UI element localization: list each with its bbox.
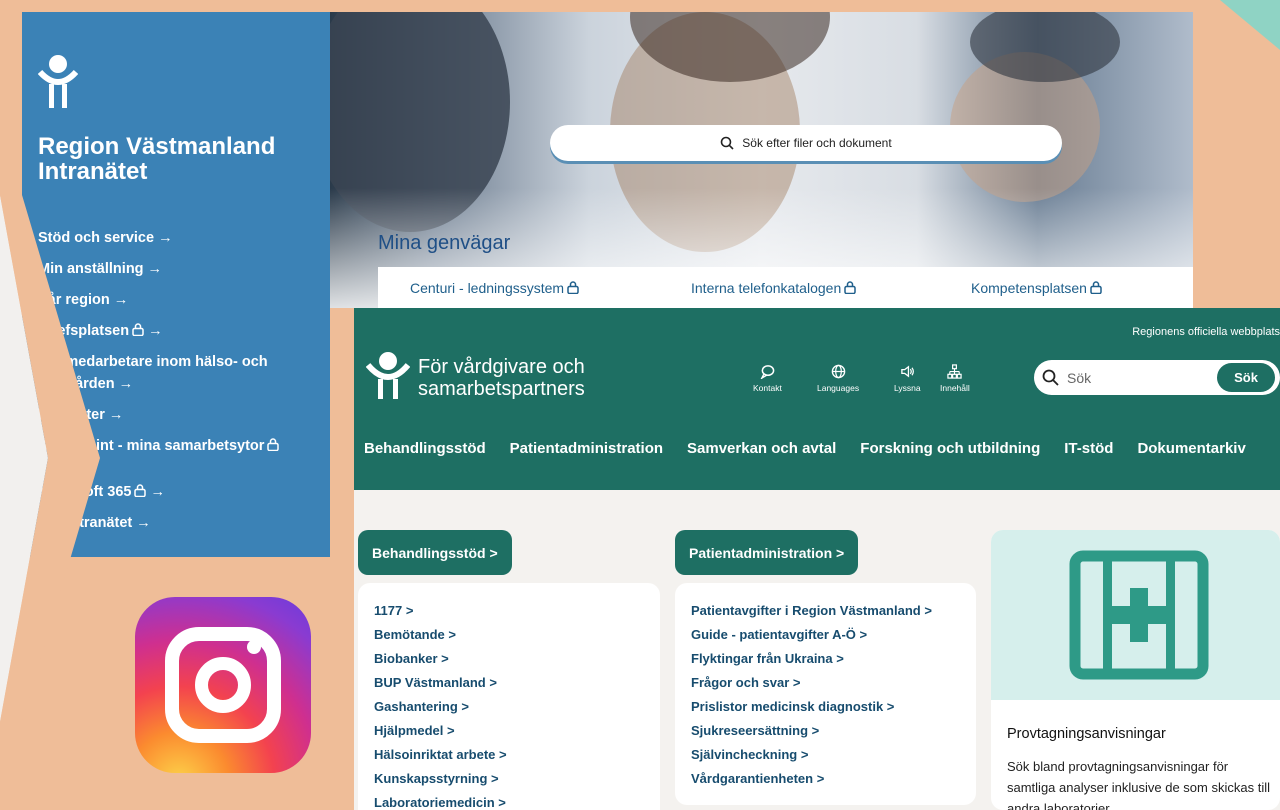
kontakt-label: Kontakt <box>753 383 782 393</box>
instagram-icon <box>135 597 311 773</box>
list-item[interactable]: Flyktingar från Ukraina > <box>691 647 976 671</box>
list-item[interactable]: Bemötande > <box>374 623 660 647</box>
innehall-label: Innehåll <box>940 383 970 393</box>
nav-forskning-och-utbildning[interactable]: Forskning och utbildning <box>860 440 1040 457</box>
patientadministration-list: Patientavgifter i Region Västmanland > G… <box>675 583 976 791</box>
lock-icon <box>844 280 856 294</box>
list-item[interactable]: Kunskapsstyrning > <box>374 767 660 791</box>
kontakt-button[interactable]: Kontakt <box>753 364 782 393</box>
lock-icon <box>132 323 144 336</box>
lock-icon <box>1090 280 1102 294</box>
lock-icon <box>567 280 579 294</box>
provtagning-title: Provtagningsanvisningar <box>1007 726 1166 742</box>
nav-behandlingsstod[interactable]: Behandlingsstöd <box>364 440 486 457</box>
site-main-nav: Behandlingsstöd Patientadministration Sa… <box>364 440 1246 457</box>
official-site-link[interactable]: Regionens officiella webbplats <box>1132 326 1280 338</box>
languages-label: Languages <box>817 383 860 393</box>
chat-icon <box>760 365 775 379</box>
behandlingsstod-card: 1177 > Bemötande > Biobanker > BUP Västm… <box>358 583 660 810</box>
list-item[interactable]: 1177 > <box>374 599 660 623</box>
list-item[interactable]: BUP Västmanland > <box>374 671 660 695</box>
list-item[interactable]: Sjukreseersättning > <box>691 719 976 743</box>
list-item[interactable]: Laboratoriemedicin > <box>374 791 660 810</box>
provtagning-image <box>991 530 1280 700</box>
region-logo-icon <box>366 352 410 399</box>
lock-icon <box>267 438 280 451</box>
intranet-search-placeholder: Sök efter filer och dokument <box>742 136 892 150</box>
intranet-hero: Sök efter filer och dokument Mina genväg… <box>330 12 1193 308</box>
languages-button[interactable]: Languages <box>817 364 859 393</box>
nav-it-stod[interactable]: IT-stöd <box>1064 440 1113 457</box>
site-title[interactable]: För vårdgivare och samarbetspartners <box>418 356 585 400</box>
sitemap-icon <box>947 364 963 379</box>
intranet-search-input[interactable]: Sök efter filer och dokument <box>550 125 1062 161</box>
globe-icon <box>831 364 845 379</box>
list-item[interactable]: Hjälpmedel > <box>374 719 660 743</box>
instagram-icon-dot <box>247 640 261 654</box>
nav-dokumentarkiv[interactable]: Dokumentarkiv <box>1137 440 1245 457</box>
list-item[interactable]: Självincheckning > <box>691 743 976 767</box>
speaker-icon <box>901 365 914 378</box>
site-title-line2: samarbetspartners <box>418 378 585 400</box>
shortcut-kompetensplatsen[interactable]: Kompetensplatsen <box>971 280 1102 296</box>
shortcut-centuri[interactable]: Centuri - ledningssystem <box>410 280 579 296</box>
patientadministration-heading[interactable]: Patientadministration > <box>675 530 859 575</box>
patientadministration-card: Patientavgifter i Region Västmanland > G… <box>675 583 976 805</box>
innehall-button[interactable]: Innehåll <box>940 364 970 393</box>
list-item[interactable]: Gashantering > <box>374 695 660 719</box>
decorative-chevron <box>0 0 100 722</box>
lyssna-button[interactable]: Lyssna <box>894 364 921 393</box>
site-search-input[interactable]: Sök Sök <box>1034 360 1280 395</box>
list-item[interactable]: Guide - patientavgifter A-Ö > <box>691 623 976 647</box>
site-header: Regionens officiella webbplats För vårdg… <box>354 308 1280 490</box>
list-item[interactable]: Biobanker > <box>374 647 660 671</box>
lyssna-label: Lyssna <box>894 383 921 393</box>
medical-kit-icon <box>1069 550 1209 680</box>
list-item[interactable]: Frågor och svar > <box>691 671 976 695</box>
shortcuts-bar: Centuri - ledningssystem Interna telefon… <box>378 267 1193 308</box>
list-item[interactable]: Hälsoinriktat arbete > <box>374 743 660 767</box>
behandlingsstod-list: 1177 > Bemötande > Biobanker > BUP Västm… <box>358 583 660 810</box>
shortcuts-title: Mina genvägar <box>378 232 511 254</box>
instagram-icon-lens <box>195 657 251 713</box>
provtagning-card[interactable]: Provtagningsanvisningar Sök bland provta… <box>991 530 1280 810</box>
list-item[interactable]: Patientavgifter i Region Västmanland > <box>691 599 976 623</box>
nav-patientadministration[interactable]: Patientadministration <box>510 440 663 457</box>
list-item[interactable]: Prislistor medicinsk diagnostik > <box>691 695 976 719</box>
nav-samverkan-och-avtal[interactable]: Samverkan och avtal <box>687 440 836 457</box>
site-search-button[interactable]: Sök <box>1217 363 1275 392</box>
list-item[interactable]: Vårdgarantienheten > <box>691 767 976 791</box>
site-title-line1: För vårdgivare och <box>418 356 585 378</box>
vardgivare-site: Regionens officiella webbplats För vårdg… <box>354 308 1280 810</box>
lock-icon <box>134 484 147 497</box>
shortcut-telefonkatalogen[interactable]: Interna telefonkatalogen <box>691 280 856 296</box>
search-icon <box>1042 369 1059 386</box>
decorative-corner <box>1220 0 1280 50</box>
search-icon <box>720 136 734 150</box>
provtagning-text: Sök bland provtagningsanvisningar för sa… <box>1007 759 1270 810</box>
behandlingsstod-heading[interactable]: Behandlingsstöd > <box>358 530 512 575</box>
